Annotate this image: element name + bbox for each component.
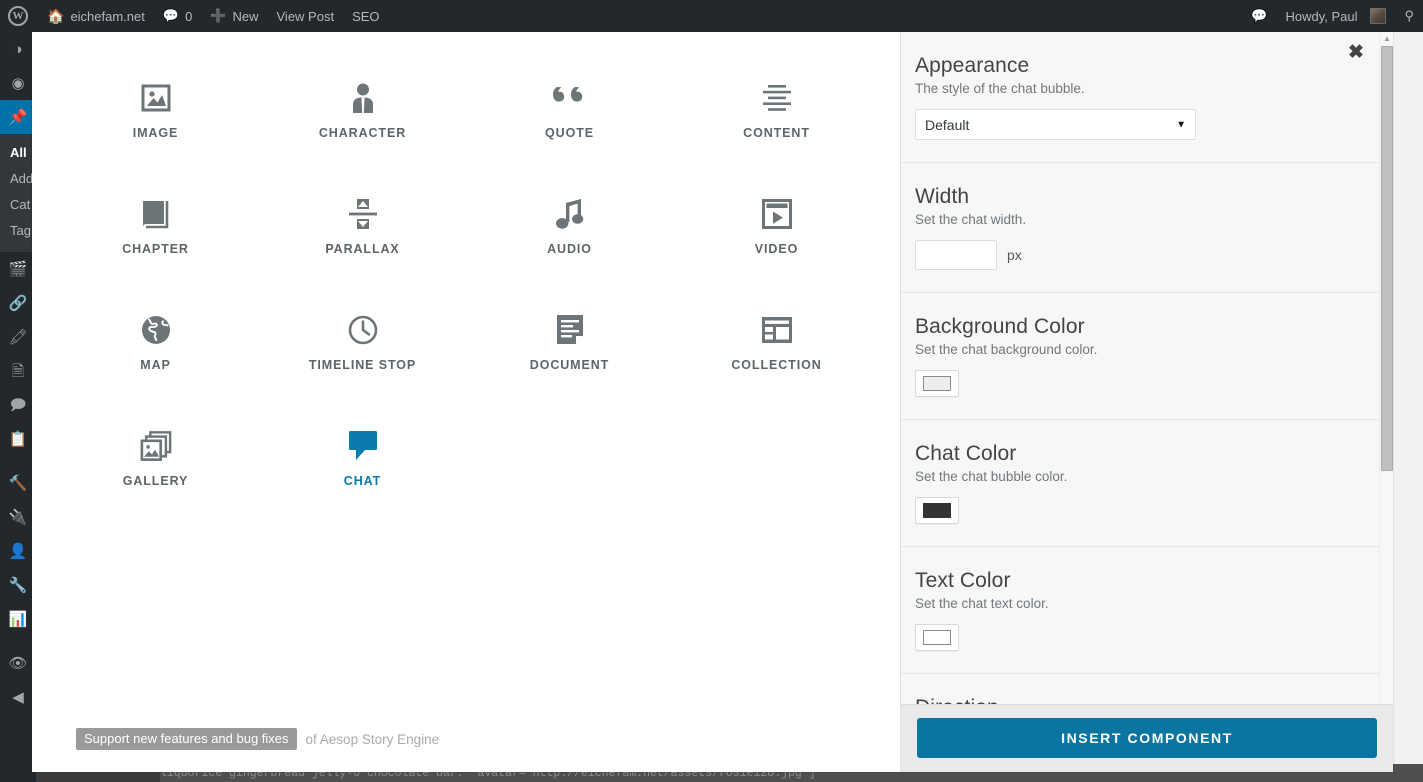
gallery-icon	[140, 420, 172, 472]
option-desc: Set the chat bubble color.	[915, 469, 1068, 484]
insert-component-button[interactable]: Insert Component	[917, 718, 1377, 758]
option-appearance: Appearance The style of the chat bubble.…	[901, 32, 1379, 163]
width-row: px	[915, 240, 1353, 270]
component-chapter[interactable]: CHAPTER	[52, 188, 259, 286]
width-unit-label: px	[1007, 247, 1022, 263]
scrollbar-thumb[interactable]	[1381, 46, 1393, 471]
option-desc: Set the chat width.	[915, 212, 1027, 227]
component-label: VIDEO	[754, 242, 799, 256]
document-icon	[556, 304, 584, 356]
collection-icon	[761, 304, 792, 356]
appearance-select-wrap: Default ▼	[915, 109, 1196, 140]
width-input[interactable]	[915, 240, 997, 270]
component-label: IMAGE	[132, 126, 179, 140]
component-parallax[interactable]: PARALLAX	[259, 188, 466, 286]
component-collection[interactable]: COLLECTION	[673, 304, 880, 402]
character-icon	[348, 72, 378, 124]
option-chat-color: Chat Color Set the chat bubble color.	[901, 420, 1379, 547]
parallax-icon	[347, 188, 379, 240]
options-footer: Insert Component	[901, 704, 1393, 772]
option-text-color: Text Color Set the chat text color.	[901, 547, 1379, 674]
component-timeline-stop[interactable]: TIMELINE STOP	[259, 304, 466, 402]
option-title: Text Color	[915, 569, 1011, 592]
support-link[interactable]: Support new features and bug fixes	[76, 728, 297, 750]
content-icon	[761, 72, 793, 124]
map-globe-icon	[141, 304, 171, 356]
component-label: AUDIO	[547, 242, 592, 256]
footer-suffix: of Aesop Story Engine	[305, 731, 440, 747]
component-label: DOCUMENT	[529, 358, 610, 372]
component-grid: IMAGE CHARACTER QUOTE CONTENT CHAPTER PA…	[52, 72, 880, 518]
option-direction: Direction	[901, 674, 1379, 704]
component-content[interactable]: CONTENT	[673, 72, 880, 170]
close-icon[interactable]: ✖	[1345, 42, 1367, 64]
component-image[interactable]: IMAGE	[52, 72, 259, 170]
component-picker-pane: IMAGE CHARACTER QUOTE CONTENT CHAPTER PA…	[32, 32, 900, 772]
chat-color-swatch[interactable]	[915, 497, 959, 524]
option-title: Appearance	[915, 54, 1030, 77]
component-options-pane: ✖ Appearance The style of the chat bubbl…	[900, 32, 1393, 772]
video-icon	[761, 188, 792, 240]
background-color-swatch[interactable]	[915, 370, 959, 397]
option-title: Direction	[915, 696, 1353, 704]
component-label: CHAT	[343, 474, 382, 488]
option-title: Background Color	[915, 315, 1085, 338]
background-color-chip	[923, 376, 951, 391]
scroll-up-arrow-icon[interactable]: ▲	[1382, 34, 1392, 43]
component-document[interactable]: DOCUMENT	[466, 304, 673, 402]
option-title: Width	[915, 185, 970, 208]
component-label: QUOTE	[545, 126, 594, 140]
text-color-swatch[interactable]	[915, 624, 959, 651]
component-gallery[interactable]: GALLERY	[52, 420, 259, 518]
component-video[interactable]: VIDEO	[673, 188, 880, 286]
component-quote[interactable]: QUOTE	[466, 72, 673, 170]
clock-icon	[348, 304, 378, 356]
modal-backdrop: IMAGE CHARACTER QUOTE CONTENT CHAPTER PA…	[0, 0, 1423, 782]
option-title: Chat Color	[915, 442, 1017, 465]
option-background-color: Background Color Set the chat background…	[901, 293, 1379, 420]
text-color-chip	[923, 630, 951, 645]
component-label: PARALLAX	[325, 242, 400, 256]
appearance-select[interactable]: Default	[915, 109, 1196, 140]
image-icon	[140, 72, 172, 124]
component-label: CHARACTER	[318, 126, 407, 140]
option-width: Width Set the chat width. px	[901, 163, 1379, 293]
aesop-component-modal: IMAGE CHARACTER QUOTE CONTENT CHAPTER PA…	[32, 32, 1393, 772]
modal-footer: Support new features and bug fixes of Ae…	[76, 728, 439, 750]
audio-icon	[555, 188, 584, 240]
chat-bubble-icon	[348, 420, 377, 472]
page-root: 🏠 eichefam.net 💬 0 ➕ New View Post SEO 💬…	[0, 0, 1423, 782]
component-label: CHAPTER	[122, 242, 189, 256]
option-desc: The style of the chat bubble.	[915, 81, 1085, 96]
component-character[interactable]: CHARACTER	[259, 72, 466, 170]
option-desc: Set the chat background color.	[915, 342, 1098, 357]
options-scroll-area: ✖ Appearance The style of the chat bubbl…	[901, 32, 1393, 704]
quote-icon	[552, 72, 587, 124]
chat-color-chip	[923, 503, 951, 518]
component-chat[interactable]: CHAT	[259, 420, 466, 518]
options-scrollbar[interactable]: ▲	[1379, 32, 1393, 704]
chapter-icon	[141, 188, 171, 240]
component-label: GALLERY	[122, 474, 189, 488]
component-map[interactable]: MAP	[52, 304, 259, 402]
component-label: COLLECTION	[731, 358, 822, 372]
component-label: TIMELINE STOP	[308, 358, 417, 372]
component-label: MAP	[140, 358, 171, 372]
component-label: CONTENT	[743, 126, 810, 140]
component-audio[interactable]: AUDIO	[466, 188, 673, 286]
option-desc: Set the chat text color.	[915, 596, 1049, 611]
